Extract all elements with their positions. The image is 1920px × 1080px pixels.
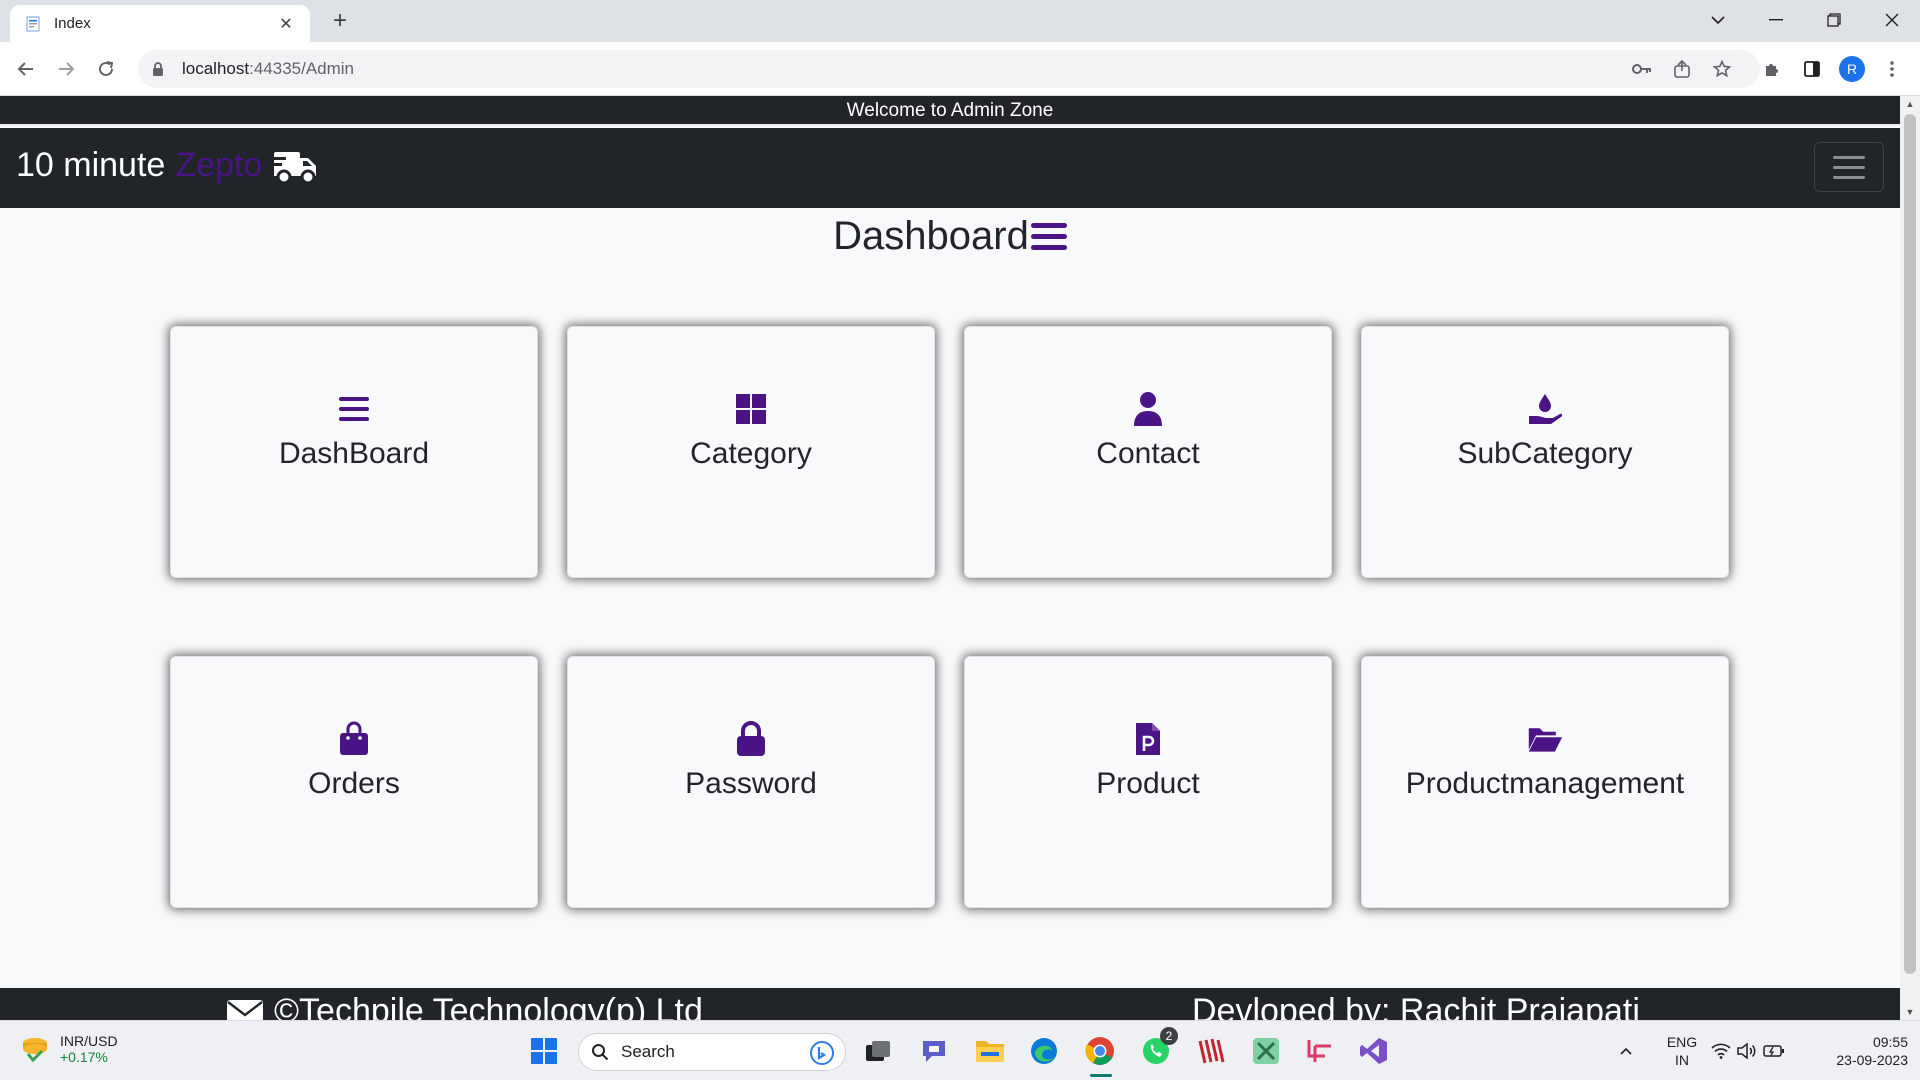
system-tray[interactable] (1710, 1033, 1786, 1069)
bookmark-star-icon[interactable] (1706, 53, 1738, 85)
card-label: Password (685, 767, 817, 800)
card-orders[interactable]: Orders (170, 656, 538, 908)
snipping-tool-icon[interactable] (1302, 1033, 1338, 1069)
site-navbar: 10 minute Zepto (0, 128, 1900, 208)
footer-copyright: ©Techpile Technology(p) Ltd (274, 992, 703, 1020)
side-panel-icon[interactable] (1796, 53, 1828, 85)
card-password[interactable]: Password (567, 656, 935, 908)
brand-accent-text: Zepto (175, 146, 263, 184)
language-indicator[interactable]: ENG IN (1662, 1033, 1702, 1069)
restore-button[interactable] (1806, 0, 1862, 40)
scroll-down-arrow-icon[interactable]: ▼ (1900, 1004, 1920, 1020)
chat-icon[interactable] (916, 1033, 952, 1069)
search-icon (591, 1043, 609, 1061)
bing-icon (809, 1040, 835, 1066)
card-label: DashBoard (278, 437, 430, 470)
page-favicon-icon (24, 15, 42, 33)
widget-label: INR/USD (60, 1033, 118, 1049)
brand-main-text: 10 minute (16, 146, 166, 184)
clock-time: 09:55 (1872, 1034, 1908, 1050)
card-category[interactable]: Category (567, 326, 935, 578)
widget-value: +0.17% (60, 1049, 108, 1065)
page-title: Dashboard (0, 214, 1900, 259)
tab-search-chevron-icon[interactable] (1690, 0, 1746, 40)
file-p-icon (1130, 721, 1166, 757)
app-tools-icon[interactable] (1248, 1033, 1284, 1069)
search-label: Search (621, 1042, 675, 1061)
url-text[interactable]: localhost:44335/Admin (182, 59, 354, 79)
footer-credit: Devloped by: Rachit Prajapati (1192, 992, 1640, 1020)
bars-icon (1030, 223, 1067, 250)
welcome-banner: Welcome to Admin Zone (0, 96, 1900, 126)
close-window-button[interactable] (1864, 0, 1920, 40)
notification-badge: 2 (1160, 1027, 1178, 1045)
bars-icon (336, 391, 372, 427)
card-label: Contact (1096, 437, 1200, 470)
site-footer: ©Techpile Technology(p) Ltd Devloped by:… (0, 988, 1900, 1020)
clock[interactable]: 09:55 23-09-2023 (1808, 1033, 1908, 1069)
windows-start-icon[interactable] (526, 1033, 562, 1069)
truck-fast-icon (272, 148, 318, 184)
user-icon (1130, 391, 1166, 427)
card-label: Product (1096, 767, 1200, 800)
tray-chevron-icon[interactable] (1614, 1033, 1638, 1069)
card-label: SubCategory (1457, 437, 1633, 470)
scroll-up-arrow-icon[interactable]: ▲ (1900, 96, 1920, 112)
forward-arrow-icon[interactable] (50, 53, 82, 85)
envelope-icon (226, 998, 264, 1020)
page-content: Welcome to Admin Zone 10 minute Zepto Da… (0, 96, 1900, 1020)
app-stripes-icon[interactable] (1194, 1033, 1230, 1069)
reload-icon[interactable] (90, 53, 122, 85)
card-label: Category (690, 437, 812, 470)
currency-widget[interactable]: INR/USD +0.17% (20, 1033, 118, 1065)
chrome-browser-icon[interactable] (1082, 1033, 1118, 1077)
navbar-toggle-button[interactable] (1814, 142, 1884, 192)
taskbar-search-box[interactable]: Search (578, 1033, 846, 1071)
tab-title: Index (54, 15, 91, 32)
lock-icon (733, 721, 769, 757)
clock-date: 23-09-2023 (1836, 1052, 1908, 1068)
edge-browser-icon[interactable] (1026, 1033, 1062, 1069)
browser-tab[interactable]: Index ✕ (10, 5, 310, 42)
whatsapp-icon[interactable]: 2 (1138, 1027, 1178, 1069)
card-product[interactable]: Product (964, 656, 1332, 908)
volume-icon (1737, 1043, 1757, 1059)
card-dashboard[interactable]: DashBoard (170, 326, 538, 578)
file-explorer-icon[interactable] (972, 1033, 1008, 1069)
shopping-bag-icon (336, 721, 372, 757)
brand-logo[interactable]: 10 minute Zepto (16, 146, 318, 185)
browser-menu-icon[interactable] (1876, 53, 1908, 85)
battery-icon (1763, 1044, 1785, 1058)
new-tab-button[interactable]: + (326, 8, 354, 36)
card-productmanagement[interactable]: Productmanagement (1361, 656, 1729, 908)
card-subcategory[interactable]: SubCategory (1361, 326, 1729, 578)
windows-grid-icon (733, 391, 769, 427)
scroll-thumb[interactable] (1904, 114, 1916, 974)
hand-holding-droplet-icon (1527, 391, 1563, 427)
back-arrow-icon[interactable] (10, 53, 42, 85)
coins-icon (20, 1034, 50, 1064)
card-label: Productmanagement (1405, 767, 1685, 800)
browser-toolbar: localhost:44335/Admin R (0, 42, 1920, 96)
password-key-icon[interactable] (1626, 53, 1658, 85)
folder-open-icon (1527, 721, 1563, 757)
os-taskbar: INR/USD +0.17% Search 2 ENG IN 09:55 23-… (0, 1020, 1920, 1080)
share-icon[interactable] (1666, 53, 1698, 85)
wifi-icon (1711, 1043, 1731, 1059)
visual-studio-icon[interactable] (1356, 1033, 1392, 1069)
page-scrollbar[interactable]: ▲ ▼ (1900, 96, 1920, 1020)
card-label: Orders (308, 767, 400, 800)
task-view-icon[interactable] (860, 1033, 896, 1069)
minimize-button[interactable] (1748, 0, 1804, 40)
card-contact[interactable]: Contact (964, 326, 1332, 578)
browser-tab-strip: Index ✕ + (0, 0, 1920, 42)
site-lock-icon[interactable] (152, 61, 168, 77)
extensions-puzzle-icon[interactable] (1756, 53, 1788, 85)
profile-avatar[interactable]: R (1836, 53, 1868, 85)
address-bar[interactable]: localhost:44335/Admin (138, 50, 1760, 88)
tab-close-icon[interactable]: ✕ (276, 14, 296, 34)
